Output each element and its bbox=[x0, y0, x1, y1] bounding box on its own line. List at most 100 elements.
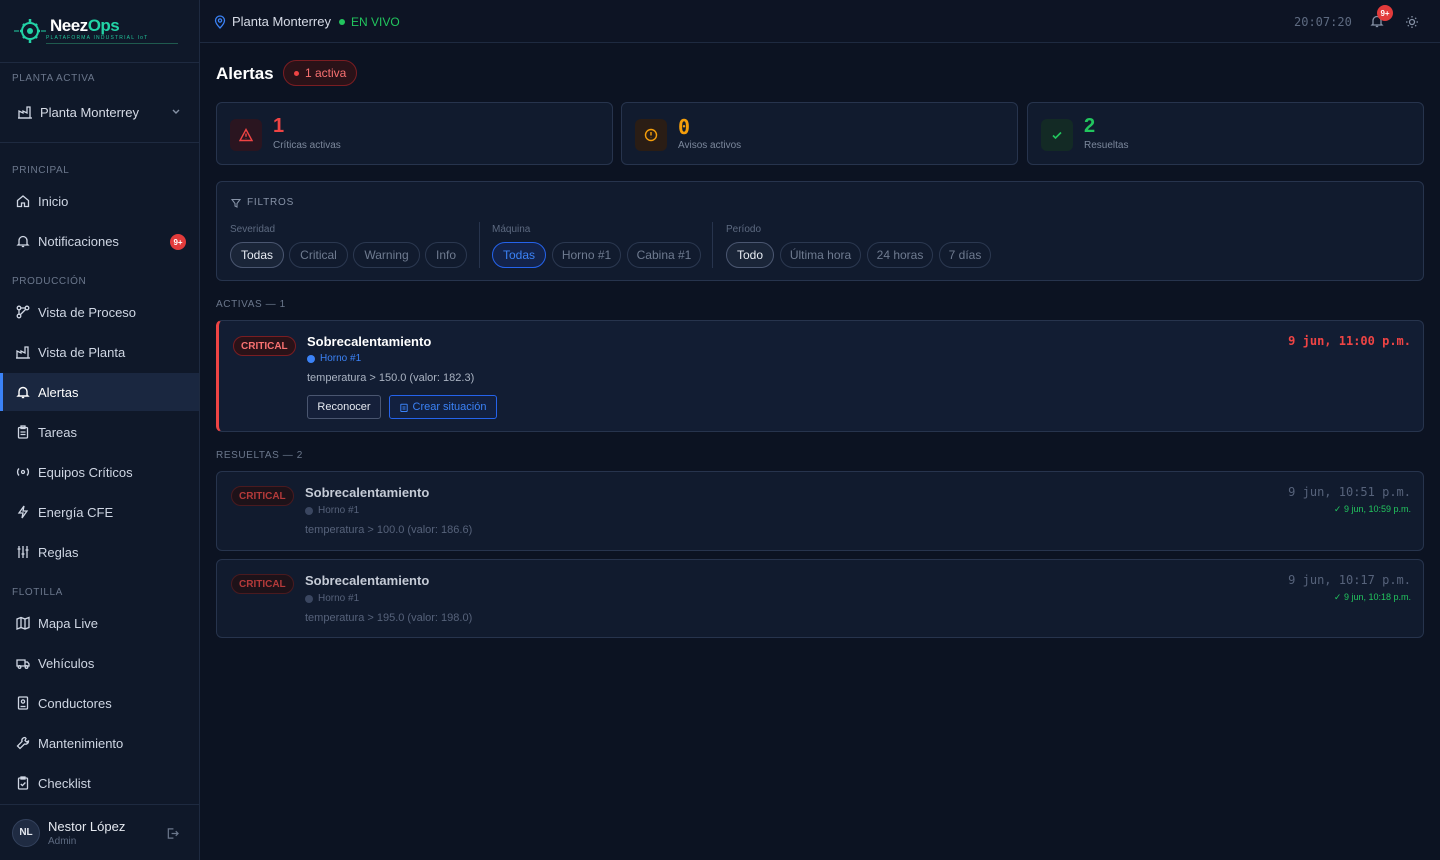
gear-logo-icon bbox=[14, 19, 46, 43]
stat-label: Resueltas bbox=[1084, 140, 1129, 151]
plant-selector[interactable]: Planta Monterrey bbox=[0, 92, 199, 132]
severity-badge: CRITICAL bbox=[231, 574, 294, 594]
alert-time: 9 jun, 10:51 p.m. bbox=[1288, 485, 1411, 499]
section-flotilla: FLOTILLA bbox=[12, 587, 63, 598]
user-profile[interactable]: NL Nestor López Admin bbox=[0, 804, 199, 860]
notification-badge: 9+ bbox=[170, 234, 186, 250]
clipboard-icon bbox=[17, 425, 29, 439]
bolt-icon bbox=[17, 505, 29, 519]
brand-name: NeezOps bbox=[50, 16, 120, 35]
severity-badge: CRITICAL bbox=[233, 336, 296, 356]
sun-icon[interactable] bbox=[1405, 15, 1419, 29]
sidebar-item-alertas[interactable]: Alertas bbox=[0, 373, 199, 411]
filter-label-severidad: Severidad bbox=[230, 224, 276, 235]
sidebar-item-checklist[interactable]: Checklist bbox=[0, 764, 199, 802]
alert-card-active[interactable]: CRITICAL Sobrecalentamiento Horno #1 tem… bbox=[216, 320, 1424, 432]
chip-maquina-horno-1[interactable]: Horno #1 bbox=[552, 242, 621, 268]
sidebar-item-mantenimiento[interactable]: Mantenimiento bbox=[0, 724, 199, 762]
home-icon bbox=[16, 195, 30, 208]
alert-card-resolved[interactable]: CRITICAL Sobrecalentamiento Horno #1 tem… bbox=[216, 559, 1424, 638]
alert-title: Sobrecalentamiento bbox=[305, 485, 430, 500]
alert-machine-label: Horno #1 bbox=[320, 353, 362, 364]
map-icon bbox=[16, 616, 30, 630]
alert-machine[interactable]: Horno #1 bbox=[305, 593, 359, 604]
alert-machine[interactable]: Horno #1 bbox=[305, 505, 359, 516]
sidebar-item-mapa-live[interactable]: Mapa Live bbox=[0, 604, 199, 642]
sidebar-item-vehiculos[interactable]: Vehículos bbox=[0, 644, 199, 682]
sidebar-item-label: Energía CFE bbox=[38, 504, 114, 520]
alert-time: 9 jun, 11:00 p.m. bbox=[1288, 334, 1411, 348]
sidebar-item-notificaciones[interactable]: Notificaciones 9+ bbox=[0, 222, 199, 260]
live-status: EN VIVO bbox=[351, 14, 400, 29]
chip-severidad-todas[interactable]: Todas bbox=[230, 242, 284, 268]
section-principal: PRINCIPAL bbox=[12, 165, 70, 176]
sidebar-item-label: Mantenimiento bbox=[38, 735, 124, 751]
resolved-section-label: RESUELTAS — 2 bbox=[216, 450, 303, 461]
notification-badge: 9+ bbox=[1377, 5, 1393, 21]
sidebar-item-energia-cfe[interactable]: Energía CFE bbox=[0, 493, 199, 531]
brand[interactable]: NeezOps PLATAFORMA INDUSTRIAL IoT bbox=[0, 0, 199, 63]
location-pin-icon bbox=[214, 14, 226, 29]
alert-title: Sobrecalentamiento bbox=[305, 573, 430, 588]
stat-card-resueltas: 2 Resueltas bbox=[1027, 102, 1424, 165]
sidebar-item-label: Checklist bbox=[38, 775, 91, 791]
alert-circle-icon bbox=[644, 128, 658, 142]
stat-icon-box bbox=[230, 119, 262, 151]
plant-selector-label: Planta Monterrey bbox=[40, 104, 139, 120]
sidebar-item-label: Reglas bbox=[38, 544, 79, 560]
process-icon bbox=[16, 305, 30, 319]
filter-separator bbox=[712, 222, 713, 268]
sidebar-divider bbox=[0, 142, 199, 143]
alert-time: 9 jun, 10:17 p.m. bbox=[1288, 573, 1411, 587]
alert-machine-label: Horno #1 bbox=[318, 505, 360, 516]
filter-label-maquina: Máquina bbox=[492, 224, 531, 235]
create-situation-label: Crear situación bbox=[412, 401, 487, 413]
plant-section-label: PLANTA ACTIVA bbox=[12, 73, 96, 84]
stat-value: 2 bbox=[1084, 115, 1096, 137]
brand-tagline: PLATAFORMA INDUSTRIAL IoT bbox=[46, 35, 149, 41]
bell-icon bbox=[16, 386, 30, 399]
truck-icon bbox=[16, 659, 30, 669]
alert-detail: temperatura > 195.0 (valor: 198.0) bbox=[305, 612, 473, 624]
chip-periodo-ultima-hora[interactable]: Última hora bbox=[780, 242, 861, 268]
sidebar-item-label: Mapa Live bbox=[38, 615, 98, 631]
sidebar-item-label: Equipos Críticos bbox=[38, 464, 133, 480]
chip-severidad-critical[interactable]: Critical bbox=[289, 242, 348, 268]
chip-maquina-todas[interactable]: Todas bbox=[492, 242, 546, 268]
machine-dot-icon bbox=[305, 594, 313, 603]
alert-card-resolved[interactable]: CRITICAL Sobrecalentamiento Horno #1 tem… bbox=[216, 471, 1424, 551]
sidebar-item-label: Conductores bbox=[38, 695, 112, 711]
resolved-time: ✓ 9 jun, 10:59 p.m. bbox=[1333, 504, 1411, 514]
create-situation-button[interactable]: Crear situación bbox=[389, 395, 497, 419]
chip-periodo-7-dias[interactable]: 7 días bbox=[939, 242, 991, 268]
avatar: NL bbox=[12, 818, 40, 847]
sidebar-item-vista-planta[interactable]: Vista de Planta bbox=[0, 333, 199, 371]
chip-periodo-todo[interactable]: Todo bbox=[726, 242, 774, 268]
sidebar-item-inicio[interactable]: Inicio bbox=[0, 182, 199, 220]
acknowledge-button[interactable]: Reconocer bbox=[307, 395, 381, 419]
sidebar-item-vista-proceso[interactable]: Vista de Proceso bbox=[0, 293, 199, 331]
stat-icon-box bbox=[635, 119, 667, 151]
checklist-icon bbox=[17, 776, 29, 790]
current-location[interactable]: Planta Monterrey EN VIVO bbox=[214, 14, 400, 29]
alert-machine[interactable]: Horno #1 bbox=[307, 353, 361, 364]
bell-icon bbox=[16, 235, 30, 248]
top-bar: Planta Monterrey EN VIVO 20:07:20 9+ bbox=[200, 0, 1440, 43]
sidebar: NeezOps PLATAFORMA INDUSTRIAL IoT PLANTA… bbox=[0, 0, 200, 860]
alert-detail: temperatura > 150.0 (valor: 182.3) bbox=[307, 372, 475, 384]
chip-severidad-info[interactable]: Info bbox=[425, 242, 467, 268]
sidebar-item-tareas[interactable]: Tareas bbox=[0, 413, 199, 451]
brand-underline bbox=[46, 43, 178, 44]
chip-severidad-warning[interactable]: Warning bbox=[353, 242, 420, 268]
sidebar-item-conductores[interactable]: Conductores bbox=[0, 684, 199, 722]
chip-periodo-24-horas[interactable]: 24 horas bbox=[867, 242, 933, 268]
check-icon bbox=[1052, 131, 1062, 140]
location-label: Planta Monterrey bbox=[232, 14, 331, 29]
chip-maquina-cabina-1[interactable]: Cabina #1 bbox=[627, 242, 701, 268]
clipboard-icon bbox=[399, 403, 408, 412]
stat-value: 0 bbox=[678, 115, 691, 139]
sidebar-item-reglas[interactable]: Reglas bbox=[0, 533, 199, 571]
logout-icon[interactable] bbox=[166, 827, 179, 840]
machine-dot-icon bbox=[307, 354, 315, 363]
sidebar-item-equipos-criticos[interactable]: Equipos Críticos bbox=[0, 453, 199, 491]
